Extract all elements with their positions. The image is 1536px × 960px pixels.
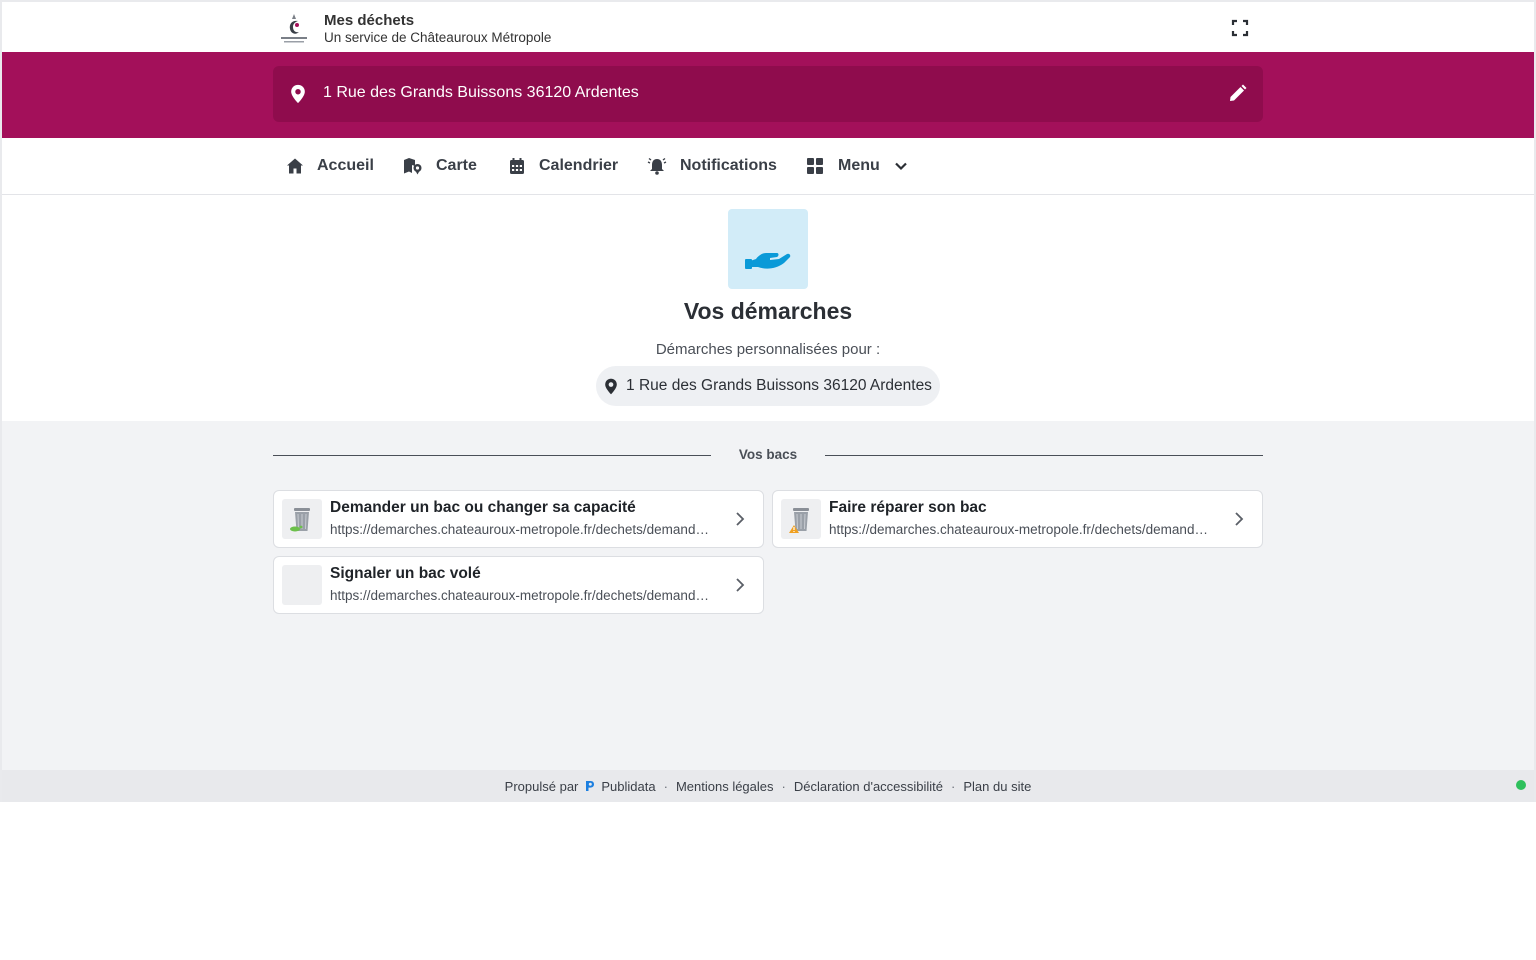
current-address: 1 Rue des Grands Buissons 36120 Ardentes <box>323 84 639 101</box>
powered-by-text: Propulsé par <box>504 778 579 794</box>
address-selector[interactable]: 1 Rue des Grands Buissons 36120 Ardentes <box>273 66 1263 122</box>
sitemap-link[interactable]: Plan du site <box>963 779 1031 794</box>
procedure-card[interactable]: Demander un bac ou changer sa capacité h… <box>273 490 764 548</box>
app-subtitle: Un service de Châteauroux Métropole <box>324 30 552 45</box>
nav-carte[interactable]: Carte <box>403 138 477 194</box>
card-url: https://demarches.chateauroux-metropole.… <box>330 522 715 537</box>
card-title: Signaler un bac volé <box>330 565 481 582</box>
address-chip-label: 1 Rue des Grands Buissons 36120 Ardentes <box>626 377 932 394</box>
legal-link[interactable]: Mentions légales <box>676 779 774 794</box>
map-pin-icon <box>291 84 305 104</box>
placeholder-icon <box>282 565 322 605</box>
map-icon <box>404 158 422 175</box>
chevron-down-icon <box>895 162 907 171</box>
chevron-right-icon <box>736 578 745 592</box>
pencil-icon[interactable] <box>1227 84 1247 104</box>
accessibility-link[interactable]: Déclaration d'accessibilité <box>794 779 943 794</box>
map-pin-icon <box>605 378 617 394</box>
card-thumbnail <box>781 499 821 539</box>
bell-icon <box>647 157 667 175</box>
top-bar: Mes déchets Un service de Châteauroux Mé… <box>2 2 1534 52</box>
hand-icon <box>745 253 791 269</box>
card-thumbnail <box>282 499 322 539</box>
card-title: Faire réparer son bac <box>829 499 987 516</box>
nav-menu[interactable]: Menu <box>807 138 921 194</box>
chateauroux-metropole-logo <box>281 14 307 43</box>
procedure-card[interactable]: Signaler un bac volé https://demarches.c… <box>273 556 764 614</box>
separator: · <box>663 778 668 794</box>
address-chip: 1 Rue des Grands Buissons 36120 Ardentes <box>596 366 940 406</box>
nav-label: Calendrier <box>539 157 619 174</box>
calendar-icon <box>510 158 524 174</box>
publidata-link[interactable]: Publidata <box>601 779 655 794</box>
nav-accueil[interactable]: Accueil <box>286 138 374 194</box>
procedure-card[interactable]: Faire réparer son bac https://demarches.… <box>772 490 1263 548</box>
nav-notifications[interactable]: Notifications <box>647 138 777 194</box>
app-frame: Mes déchets Un service de Châteauroux Mé… <box>0 0 1536 802</box>
nav-label: Accueil <box>317 157 374 174</box>
bin-add-icon <box>290 508 310 532</box>
procedures-section: Vos bacs Demander un bac ou changer sa c… <box>2 421 1534 770</box>
chevron-right-icon <box>1235 512 1244 526</box>
card-url: https://demarches.chateauroux-metropole.… <box>330 588 715 603</box>
separator: · <box>781 778 786 794</box>
hero-icon-box <box>728 209 808 289</box>
bin-warning-icon <box>789 508 809 533</box>
page-subtitle: Démarches personnalisées pour : <box>655 341 881 358</box>
page-title: Vos démarches <box>683 298 853 324</box>
nav-label: Notifications <box>680 157 777 174</box>
home-icon <box>287 158 303 174</box>
section-label: Vos bacs <box>738 447 798 462</box>
main-nav: Accueil Carte Calendrier Notifications M… <box>2 138 1534 195</box>
footer: Propulsé par Publidata · Mentions légale… <box>2 770 1534 802</box>
fullscreen-icon[interactable] <box>1228 16 1252 40</box>
chevron-right-icon <box>736 512 745 526</box>
nav-label: Menu <box>838 157 880 174</box>
address-band: 1 Rue des Grands Buissons 36120 Ardentes <box>2 52 1534 138</box>
nav-calendrier[interactable]: Calendrier <box>508 138 618 194</box>
card-url: https://demarches.chateauroux-metropole.… <box>829 522 1214 537</box>
status-indicator <box>1516 780 1526 790</box>
grid-icon <box>807 158 823 174</box>
nav-label: Carte <box>436 157 477 174</box>
app-title: Mes déchets <box>324 12 415 29</box>
card-title: Demander un bac ou changer sa capacité <box>330 499 636 516</box>
separator: · <box>951 778 956 794</box>
publidata-logo-icon <box>586 781 595 791</box>
